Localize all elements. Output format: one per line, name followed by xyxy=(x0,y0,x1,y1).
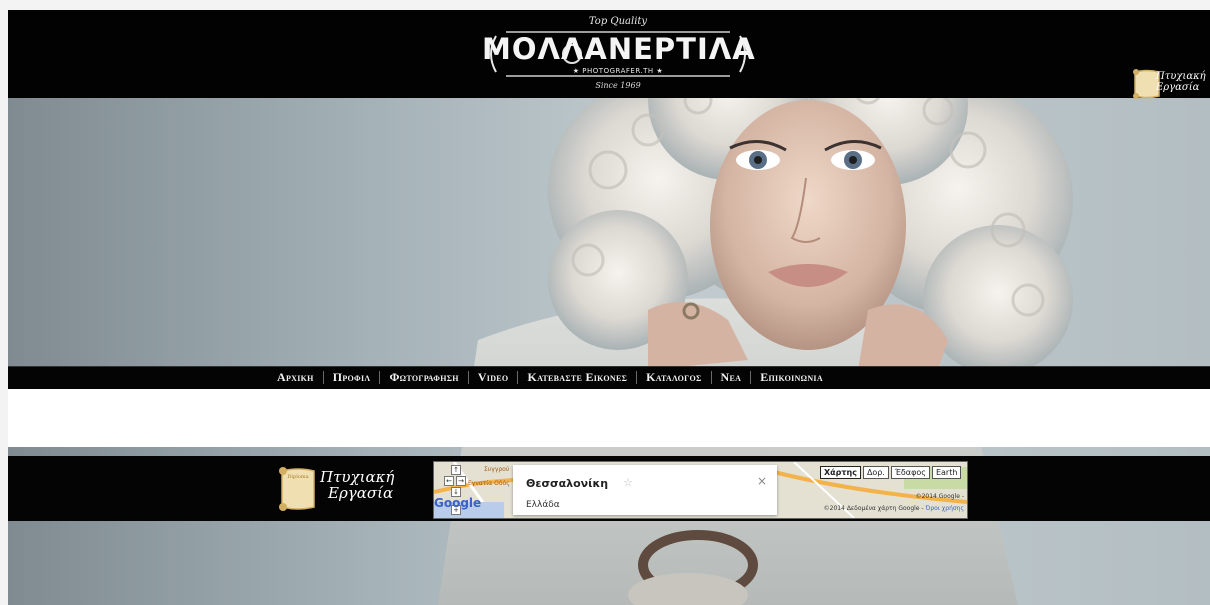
nav-list: Αρχικη Προφιλ Φωτογραφηση Video Κατεβαστ… xyxy=(268,370,832,385)
close-icon[interactable]: × xyxy=(757,474,767,488)
nav-item-catalog[interactable]: Καταλογος xyxy=(637,370,710,385)
badge-line2: Εργασία xyxy=(1156,81,1200,93)
badge-scroll-word: Diploma xyxy=(287,474,308,480)
logo-since: Since 1969 xyxy=(595,81,641,90)
map-type-earth[interactable]: Earth xyxy=(931,466,962,479)
logo-subtitle: ★ PHOTOGRAFER.TH ★ xyxy=(572,67,664,75)
nav-item-photography[interactable]: Φωτογραφηση xyxy=(380,370,467,385)
badge-line1: Πτυχιακή xyxy=(1156,71,1206,82)
nav-item-video[interactable]: Video xyxy=(469,370,518,385)
map-type-map[interactable]: Χάρτης xyxy=(820,466,861,479)
map-attribution: ©2014 Δεδομένα χάρτη Google - Όροι χρήση… xyxy=(824,505,964,512)
map-terms-link[interactable]: Όροι χρήσης xyxy=(926,505,965,512)
map-type-terrain[interactable]: Έδαφος xyxy=(890,466,930,479)
nav-item-home[interactable]: Αρχικη xyxy=(268,370,323,385)
footer-diploma-badge[interactable]: Diploma Πτυχιακή Εργασία xyxy=(278,466,408,512)
star-icon[interactable]: ☆ xyxy=(623,476,633,489)
google-logo-text: Google xyxy=(434,496,482,510)
map-info-window: Θεσσαλονίκη ☆ × Ελλάδα xyxy=(513,465,777,515)
google-map[interactable]: Εγνατία Οδός Συγγρού ↑ ← → ↓ + Google Θε… xyxy=(433,461,968,519)
place-title: Θεσσαλονίκη xyxy=(526,477,609,490)
page: Top Quality ΜΟΛΛΑΝΕΡΤΙΛΑ ★ PHOTOGRAFER.T… xyxy=(8,10,1210,605)
place-country: Ελλάδα xyxy=(526,500,560,510)
pan-up-button[interactable]: ↑ xyxy=(451,465,461,475)
site-logo[interactable]: Top Quality ΜΟΛΛΑΝΕΡΤΙΛΑ ★ PHOTOGRAFER.T… xyxy=(482,14,756,94)
diploma-badge[interactable]: Πτυχιακή Εργασία xyxy=(1132,68,1210,100)
site-header: Top Quality ΜΟΛΛΑΝΕΡΤΙΛΑ ★ PHOTOGRAFER.T… xyxy=(8,10,1210,100)
nav-item-contact[interactable]: Επικοινωνια xyxy=(751,370,832,385)
street-label: Εγνατία Οδός xyxy=(468,480,510,487)
logo-title: ΜΟΛΛΑΝΕΡΤΙΛΑ xyxy=(482,32,756,66)
content-band xyxy=(8,389,1210,447)
street-label: Συγγρού xyxy=(484,466,510,473)
main-nav: Αρχικη Προφιλ Φωτογραφηση Video Κατεβαστ… xyxy=(8,366,1210,389)
nav-item-profile[interactable]: Προφιλ xyxy=(324,370,380,385)
pan-left-button[interactable]: ← xyxy=(444,476,454,486)
map-copyright: ©2014 Google - xyxy=(915,493,964,500)
pan-right-button[interactable]: → xyxy=(456,476,466,486)
map-type-satellite[interactable]: Δορ. xyxy=(862,466,889,479)
nav-item-news[interactable]: Νεα xyxy=(712,370,751,385)
logo-tagline: Top Quality xyxy=(588,16,648,27)
google-logo: Google xyxy=(434,496,481,510)
footer-badge-line2: Εργασία xyxy=(328,483,394,502)
nav-item-downloads[interactable]: Κατεβαστε Εικονες xyxy=(518,370,636,385)
diploma-scroll-icon: Diploma xyxy=(279,467,315,511)
map-data-credit: ©2014 Δεδομένα χάρτη Google - xyxy=(823,505,924,512)
map-type-control: Χάρτης Δορ. Έδαφος Earth xyxy=(820,466,962,479)
site-footer: Diploma Πτυχιακή Εργασία Εγνατία Οδός Συ… xyxy=(8,456,1210,521)
